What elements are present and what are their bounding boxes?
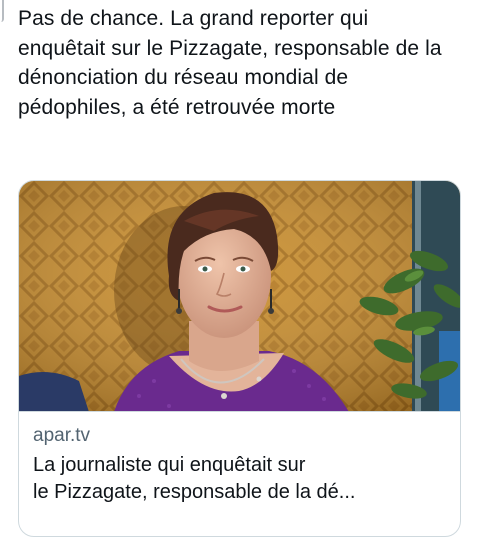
link-preview-details[interactable]: apar.tv La journaliste qui enquêtait sur… xyxy=(19,412,460,506)
link-title[interactable]: La journaliste qui enquêtait sur le Pizz… xyxy=(33,452,443,506)
tweet-text: Pas de chance. La grand reporter qui enq… xyxy=(18,7,442,119)
portrait-photo xyxy=(19,181,460,411)
link-preview-image[interactable] xyxy=(19,181,460,412)
link-domain[interactable]: apar.tv xyxy=(33,424,446,448)
tweet-view: Pas de chance. La grand reporter qui enq… xyxy=(0,0,480,550)
thread-line xyxy=(0,0,4,22)
link-preview-card[interactable]: apar.tv La journaliste qui enquêtait sur… xyxy=(18,180,461,537)
